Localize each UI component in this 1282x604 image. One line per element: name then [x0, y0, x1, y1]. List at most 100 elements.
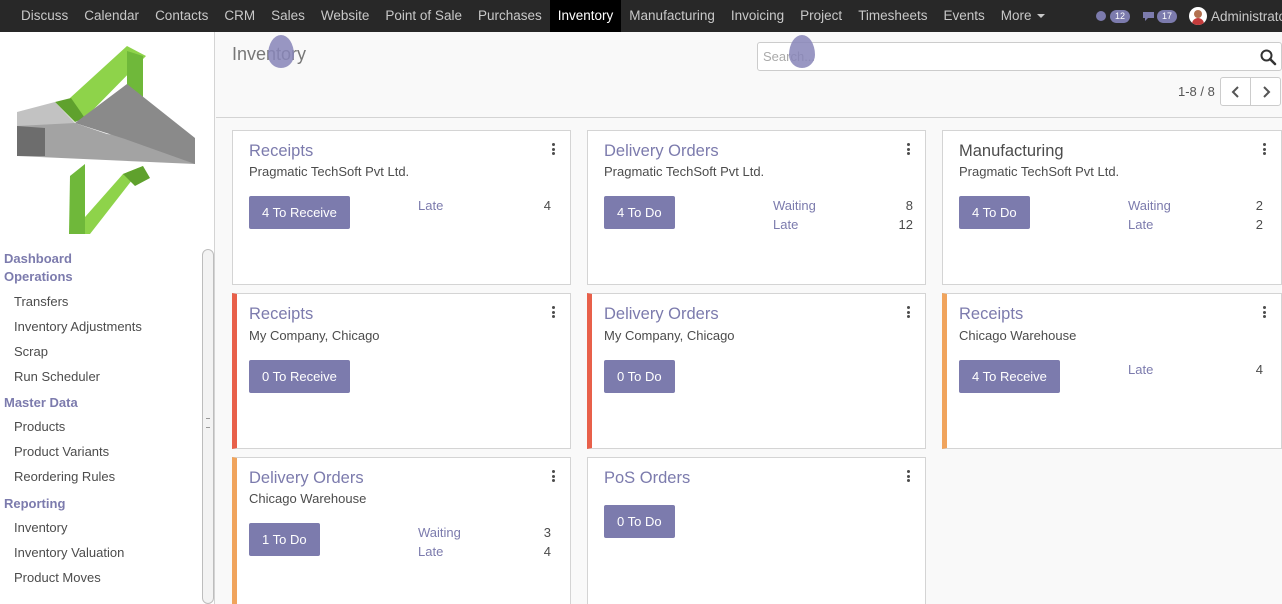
- sidebar-section-master-data[interactable]: Master Data: [0, 392, 200, 414]
- pager-previous-button[interactable]: [1220, 77, 1251, 106]
- card-subtitle: Pragmatic TechSoft Pvt Ltd.: [959, 164, 1120, 179]
- clock-icon: [1095, 11, 1106, 21]
- stat-late[interactable]: Late 4: [1128, 360, 1263, 379]
- menu-sales[interactable]: Sales: [263, 0, 313, 32]
- card-menu-icon[interactable]: [1263, 306, 1266, 318]
- to-do-button[interactable]: 4 To Do: [604, 196, 675, 229]
- sidebar-item-product-moves[interactable]: Product Moves: [0, 565, 200, 590]
- menu-more-label: More: [1000, 8, 1032, 23]
- menu-project[interactable]: Project: [792, 0, 850, 32]
- sidebar-item-dashboard[interactable]: Dashboard: [0, 250, 200, 268]
- menu-contacts[interactable]: Contacts: [147, 0, 216, 32]
- card-title[interactable]: Delivery Orders: [249, 469, 364, 488]
- sidebar-item-inventory-adjustments[interactable]: Inventory Adjustments: [0, 314, 200, 339]
- menu-point-of-sale[interactable]: Point of Sale: [377, 0, 470, 32]
- stat-late[interactable]: Late 4: [418, 196, 551, 215]
- pager-value: 1-8 / 8: [1178, 84, 1215, 99]
- sidebar-section-reporting[interactable]: Reporting: [0, 493, 200, 515]
- menu-purchases[interactable]: Purchases: [470, 0, 550, 32]
- search-input[interactable]: [758, 43, 1238, 70]
- kanban-card-delivery-chicago-warehouse[interactable]: Delivery Orders Chicago Warehouse 1 To D…: [232, 457, 571, 604]
- user-menu[interactable]: Administrator: [1189, 7, 1282, 25]
- sidebar-item-products[interactable]: Products: [0, 414, 200, 439]
- sidebar-item-product-variants[interactable]: Product Variants: [0, 439, 200, 464]
- sidebar-item-inventory-report[interactable]: Inventory: [0, 515, 200, 540]
- stat-waiting[interactable]: Waiting 8: [773, 196, 913, 215]
- to-do-button[interactable]: 4 To Do: [959, 196, 1030, 229]
- stat-late[interactable]: Late 2: [1128, 215, 1263, 234]
- card-menu-icon[interactable]: [552, 306, 555, 318]
- to-do-button[interactable]: 0 To Do: [604, 360, 675, 393]
- menu-manufacturing[interactable]: Manufacturing: [621, 0, 723, 32]
- sidebar-scrollbar[interactable]: [202, 249, 214, 604]
- activity-menu[interactable]: 12: [1095, 9, 1130, 23]
- card-title[interactable]: PoS Orders: [604, 469, 690, 488]
- to-receive-button[interactable]: 4 To Receive: [249, 196, 350, 229]
- menu-events[interactable]: Events: [935, 0, 992, 32]
- to-do-button[interactable]: 1 To Do: [249, 523, 320, 556]
- card-title[interactable]: Delivery Orders: [604, 305, 719, 324]
- kanban-card-receipts-chicago-warehouse[interactable]: Receipts Chicago Warehouse 4 To Receive …: [942, 293, 1282, 449]
- menu-inventory[interactable]: Inventory: [549, 0, 622, 32]
- caret-down-icon: [1036, 14, 1045, 19]
- avatar: [1189, 7, 1207, 25]
- stat-label: Late: [418, 198, 444, 213]
- to-receive-button[interactable]: 0 To Receive: [249, 360, 350, 393]
- control-panel: Inventory 1-8 / 8: [216, 32, 1282, 118]
- card-subtitle: My Company, Chicago: [604, 328, 735, 343]
- card-menu-icon[interactable]: [907, 470, 910, 482]
- kanban-card-delivery-chicago-company[interactable]: Delivery Orders My Company, Chicago 0 To…: [587, 293, 926, 449]
- stat-waiting[interactable]: Waiting 3: [418, 523, 551, 542]
- chevron-left-icon: [1231, 85, 1239, 98]
- card-menu-icon[interactable]: [907, 143, 910, 155]
- card-menu-icon[interactable]: [552, 470, 555, 482]
- card-title[interactable]: Delivery Orders: [604, 142, 719, 161]
- kanban-card-manufacturing[interactable]: Manufacturing Pragmatic TechSoft Pvt Ltd…: [942, 130, 1282, 285]
- main-navbar: Discuss Calendar Contacts CRM Sales Webs…: [0, 0, 1282, 32]
- card-menu-icon[interactable]: [552, 143, 555, 155]
- sidebar-section-operations[interactable]: Operations: [0, 268, 200, 286]
- kanban-card-pos-orders[interactable]: PoS Orders 0 To Do: [587, 457, 926, 604]
- chevron-right-icon: [1262, 85, 1270, 98]
- stat-late[interactable]: Late 12: [773, 215, 913, 234]
- activity-count-badge: 12: [1109, 9, 1130, 23]
- sidebar-item-inventory-valuation[interactable]: Inventory Valuation: [0, 540, 200, 565]
- sidebar-item-transfers[interactable]: Transfers: [0, 289, 200, 314]
- stat-label: Late: [773, 217, 799, 232]
- card-menu-icon[interactable]: [907, 306, 910, 318]
- stat-value: 4: [1255, 362, 1263, 377]
- stat-value: 2: [1255, 198, 1263, 213]
- stat-value: 2: [1255, 217, 1263, 232]
- messaging-menu[interactable]: 17: [1142, 9, 1177, 23]
- card-title[interactable]: Manufacturing: [959, 142, 1064, 161]
- to-do-button[interactable]: 0 To Do: [604, 505, 675, 538]
- menu-website[interactable]: Website: [313, 0, 378, 32]
- pager-next-button[interactable]: [1250, 77, 1281, 106]
- scrollbar-grip-icon: [206, 418, 210, 428]
- menu-discuss[interactable]: Discuss: [13, 0, 76, 32]
- card-subtitle: Chicago Warehouse: [959, 328, 1077, 343]
- card-title[interactable]: Receipts: [959, 305, 1023, 324]
- stat-label: Waiting: [1128, 198, 1171, 213]
- menu-calendar[interactable]: Calendar: [76, 0, 147, 32]
- kanban-card-receipts-pragmatic[interactable]: Receipts Pragmatic TechSoft Pvt Ltd. 4 T…: [232, 130, 571, 285]
- sidebar-item-scrap[interactable]: Scrap: [0, 339, 200, 364]
- card-menu-icon[interactable]: [1263, 143, 1266, 155]
- sidebar-item-run-scheduler[interactable]: Run Scheduler: [0, 364, 200, 389]
- stat-waiting[interactable]: Waiting 2: [1128, 196, 1263, 215]
- to-receive-button[interactable]: 4 To Receive: [959, 360, 1060, 393]
- search-icon[interactable]: [1259, 48, 1277, 66]
- sidebar-item-reordering-rules[interactable]: Reordering Rules: [0, 464, 200, 489]
- kanban-card-delivery-pragmatic[interactable]: Delivery Orders Pragmatic TechSoft Pvt L…: [587, 130, 926, 285]
- menu-timesheets[interactable]: Timesheets: [850, 0, 935, 32]
- card-subtitle: Chicago Warehouse: [249, 491, 367, 506]
- sidebar: Dashboard Operations Transfers Inventory…: [0, 32, 215, 604]
- menu-crm[interactable]: CRM: [216, 0, 263, 32]
- menu-more[interactable]: More: [993, 0, 1053, 32]
- message-count-badge: 17: [1156, 9, 1177, 23]
- card-title[interactable]: Receipts: [249, 142, 313, 161]
- kanban-card-receipts-chicago-company[interactable]: Receipts My Company, Chicago 0 To Receiv…: [232, 293, 571, 449]
- menu-invoicing[interactable]: Invoicing: [723, 0, 792, 32]
- stat-late[interactable]: Late 4: [418, 542, 551, 561]
- card-title[interactable]: Receipts: [249, 305, 313, 324]
